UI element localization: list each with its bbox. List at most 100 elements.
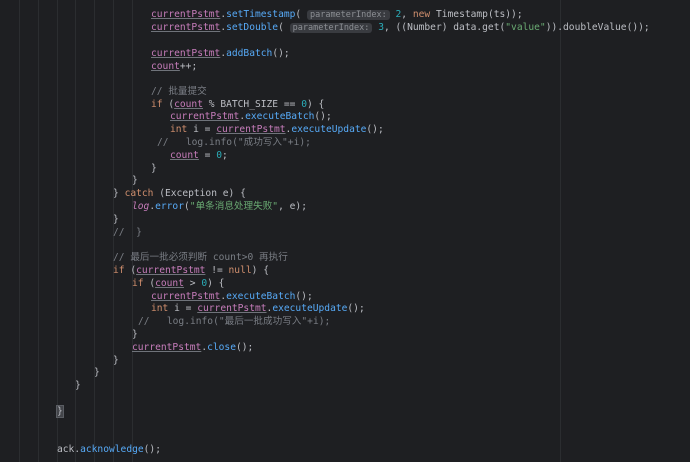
code-line[interactable]: }	[151, 162, 157, 175]
code-line[interactable]: }	[94, 366, 100, 379]
code-token: }	[75, 380, 81, 391]
code-line[interactable]: int i = currentPstmt.executeUpdate();	[170, 123, 384, 136]
indent-guide	[38, 0, 39, 462]
code-line[interactable]: currentPstmt.close();	[132, 341, 253, 354]
code-token: executeUpdate	[291, 124, 367, 135]
code-token: !=	[205, 265, 229, 276]
code-token: =	[198, 150, 217, 161]
code-token: ();	[235, 342, 254, 353]
code-line[interactable]: // log.info("最后一批成功写入"+i);	[138, 315, 330, 328]
code-token: if	[151, 99, 169, 110]
code-token: null	[228, 265, 252, 276]
code-line[interactable]: }	[132, 174, 138, 187]
code-line[interactable]: // 最后一批必须判断 count>0 再执行	[113, 251, 288, 264]
code-token: "value"	[505, 22, 546, 33]
code-token: currentPstmt	[151, 9, 221, 20]
code-token: , e);	[278, 201, 307, 212]
parameter-hint: parameterIndex:	[306, 10, 390, 20]
code-token: count	[170, 150, 199, 161]
code-token: ,	[401, 9, 413, 20]
code-token: setDouble	[226, 22, 279, 33]
code-token: ack	[57, 444, 75, 455]
code-token: if	[113, 265, 131, 276]
code-token: acknowledge	[80, 444, 144, 455]
code-token: addBatch	[226, 48, 273, 59]
code-token: )).doubleValue());	[545, 22, 650, 33]
code-token: catch	[124, 188, 160, 199]
code-token: count	[174, 99, 203, 110]
code-line[interactable]: count = 0;	[170, 149, 228, 162]
code-token: (Exception e) {	[159, 188, 246, 199]
code-token: =	[179, 303, 198, 314]
code-token: }	[113, 355, 119, 366]
code-token: (	[278, 22, 290, 33]
code-token: // 批量提交	[151, 86, 207, 97]
code-line[interactable]: }	[56, 405, 64, 418]
code-line[interactable]: log.error("单条消息处理失败", e);	[132, 200, 307, 213]
code-token: setTimestamp	[226, 9, 296, 20]
code-token: currentPstmt	[197, 303, 267, 314]
code-token: executeUpdate	[272, 303, 348, 314]
code-token: Timestamp(ts));	[435, 9, 523, 20]
code-line[interactable]: }	[113, 213, 119, 226]
code-token: currentPstmt	[132, 342, 202, 353]
code-token: ();	[366, 124, 384, 135]
code-token: count	[151, 61, 180, 72]
code-line[interactable]: if (currentPstmt != null) {	[113, 264, 269, 277]
code-line[interactable]: int i = currentPstmt.executeUpdate();	[151, 302, 365, 315]
code-token: int	[170, 124, 194, 135]
code-token: // log.info("成功写入"+i);	[157, 137, 311, 148]
code-token: executeBatch	[226, 291, 296, 302]
code-token: new	[412, 9, 436, 20]
code-token: >	[184, 278, 202, 289]
code-token: currentPstmt	[136, 265, 206, 276]
code-token: error	[155, 201, 184, 212]
right-margin-guide	[560, 0, 561, 462]
code-line[interactable]: currentPstmt.executeBatch();	[170, 110, 332, 123]
code-token: ) {	[306, 99, 325, 110]
code-token: }	[113, 214, 119, 225]
code-token: "单条消息处理失败"	[189, 201, 279, 212]
code-token: ();	[143, 444, 161, 455]
code-line[interactable]: currentPstmt.setDouble( parameterIndex: …	[151, 21, 650, 34]
code-token: }	[94, 367, 100, 378]
code-token: // log.info("最后一批成功写入"+i);	[138, 316, 331, 327]
indent-guide	[75, 0, 76, 462]
code-token: // }	[113, 227, 142, 238]
code-line[interactable]: }	[75, 379, 81, 392]
code-token: =	[198, 124, 217, 135]
code-line[interactable]: ack.acknowledge();	[57, 443, 161, 456]
code-line[interactable]: } catch (Exception e) {	[113, 187, 246, 200]
code-token: ;	[222, 150, 228, 161]
code-token: if	[132, 278, 150, 289]
code-token: ) {	[251, 265, 269, 276]
code-token: close	[207, 342, 236, 353]
code-token: count	[155, 278, 184, 289]
code-token: currentPstmt	[151, 48, 221, 59]
code-line[interactable]: currentPstmt.addBatch();	[151, 47, 290, 60]
code-token: ();	[314, 111, 332, 122]
indent-guide	[94, 0, 95, 462]
code-line[interactable]: currentPstmt.setTimestamp( parameterInde…	[151, 8, 523, 21]
code-token: ();	[272, 48, 290, 59]
code-token: currentPstmt	[170, 111, 240, 122]
code-line[interactable]: // log.info("成功写入"+i);	[157, 136, 311, 149]
code-line[interactable]: // 批量提交	[151, 85, 207, 98]
code-editor[interactable]: currentPstmt.setTimestamp( parameterInde…	[0, 0, 690, 462]
code-token: currentPstmt	[216, 124, 286, 135]
code-token: currentPstmt	[151, 22, 221, 33]
code-token: currentPstmt	[151, 291, 221, 302]
code-line[interactable]: }	[132, 328, 138, 341]
code-line[interactable]: }	[113, 354, 119, 367]
code-token: ();	[347, 303, 365, 314]
code-token: ) {	[207, 278, 225, 289]
code-token: }	[132, 175, 138, 186]
code-line[interactable]: count++;	[151, 60, 197, 73]
code-token: ++;	[179, 61, 198, 72]
code-token: log	[132, 201, 150, 212]
code-token: }	[151, 163, 157, 174]
code-line[interactable]: if (count > 0) {	[132, 277, 224, 290]
code-token: (	[295, 9, 307, 20]
code-line[interactable]: // }	[113, 226, 142, 239]
code-token: }	[113, 188, 125, 199]
